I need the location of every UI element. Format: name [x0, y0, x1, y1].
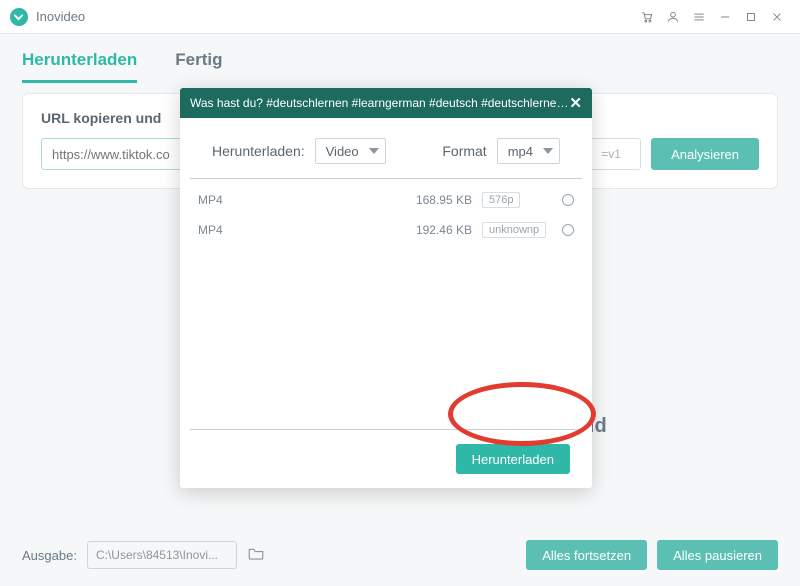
- tab-done[interactable]: Fertig: [175, 50, 222, 83]
- menu-icon[interactable]: [686, 4, 712, 30]
- user-icon[interactable]: [660, 4, 686, 30]
- footer: Ausgabe: C:\Users\84513\Inovi... Alles f…: [22, 540, 778, 570]
- modal-header: Was hast du? #deutschlernen #learngerman…: [180, 88, 592, 118]
- modal-close-icon[interactable]: ✕: [569, 94, 582, 112]
- download-type-value: Video: [326, 144, 359, 159]
- row-format: MP4: [198, 223, 398, 237]
- list-item[interactable]: MP4 192.46 KB unknownp: [198, 215, 574, 245]
- tabs: Herunterladen Fertig: [0, 34, 800, 83]
- download-type-label: Herunterladen:: [212, 143, 305, 159]
- resume-all-button[interactable]: Alles fortsetzen: [526, 540, 647, 570]
- row-radio[interactable]: [562, 224, 574, 236]
- output-label: Ausgabe:: [22, 548, 77, 563]
- row-format: MP4: [198, 193, 398, 207]
- format-value: mp4: [508, 144, 533, 159]
- minimize-icon[interactable]: [712, 4, 738, 30]
- chevron-down-icon: [543, 148, 553, 154]
- format-label: Format: [442, 143, 486, 159]
- row-size: 168.95 KB: [398, 193, 472, 207]
- folder-icon[interactable]: [247, 545, 265, 566]
- chevron-down-icon: [369, 148, 379, 154]
- output-path[interactable]: C:\Users\84513\Inovi...: [87, 541, 237, 569]
- row-quality-chip: unknownp: [482, 222, 546, 238]
- format-select[interactable]: mp4: [497, 138, 560, 164]
- modal-title: Was hast du? #deutschlernen #learngerman…: [190, 96, 569, 110]
- tab-download[interactable]: Herunterladen: [22, 50, 137, 83]
- app-name: Inovideo: [36, 9, 85, 24]
- modal-controls: Herunterladen: Video Format mp4: [190, 118, 582, 179]
- close-icon[interactable]: [764, 4, 790, 30]
- maximize-icon[interactable]: [738, 4, 764, 30]
- row-radio[interactable]: [562, 194, 574, 206]
- download-type-select[interactable]: Video: [315, 138, 386, 164]
- row-size: 192.46 KB: [398, 223, 472, 237]
- pause-all-button[interactable]: Alles pausieren: [657, 540, 778, 570]
- download-modal: Was hast du? #deutschlernen #learngerman…: [180, 88, 592, 488]
- analyze-button[interactable]: Analysieren: [651, 138, 759, 170]
- app-logo-icon: [10, 8, 28, 26]
- modal-list: MP4 168.95 KB 576p MP4 192.46 KB unknown…: [180, 179, 592, 429]
- modal-footer: Herunterladen: [180, 430, 592, 488]
- cart-icon[interactable]: [634, 4, 660, 30]
- row-quality-chip: 576p: [482, 192, 520, 208]
- list-item[interactable]: MP4 168.95 KB 576p: [198, 185, 574, 215]
- titlebar: Inovideo: [0, 0, 800, 34]
- download-button[interactable]: Herunterladen: [456, 444, 570, 474]
